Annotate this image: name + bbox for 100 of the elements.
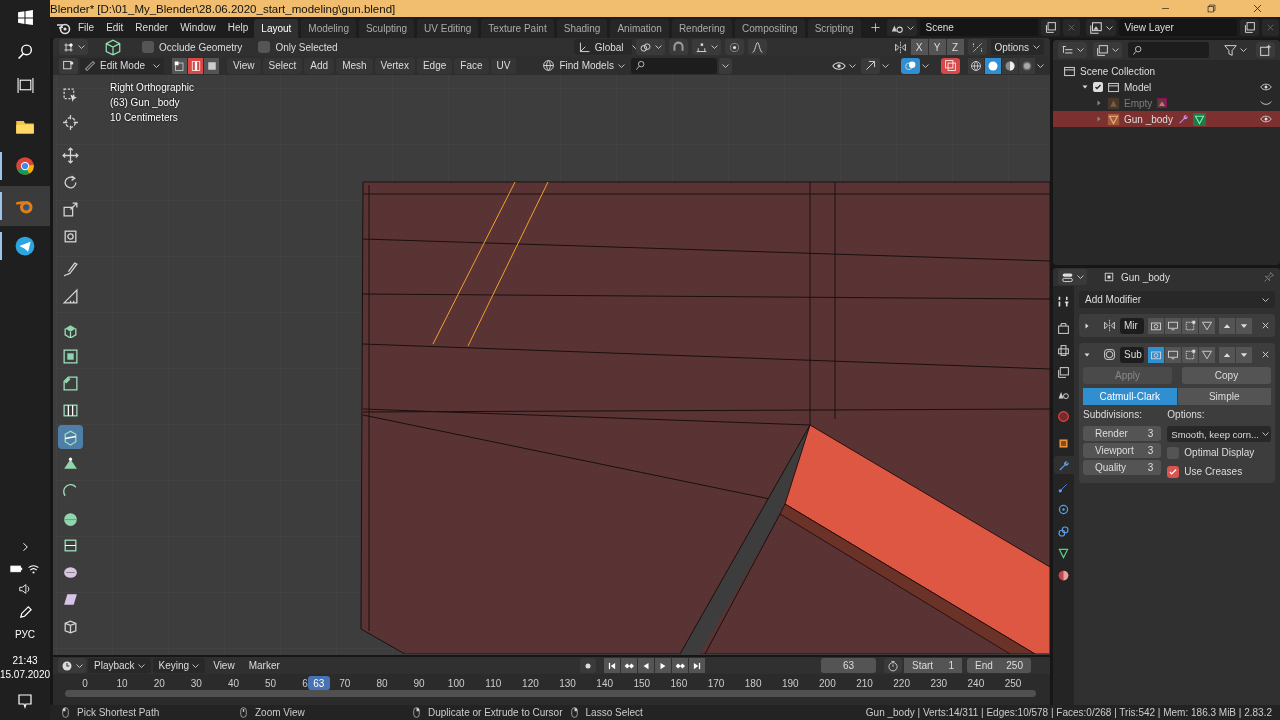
section-label: Options: (1167, 409, 1206, 422)
modifier-name-field[interactable]: Sub (1120, 346, 1144, 363)
menu-item[interactable]: View (227, 57, 261, 74)
clock-date[interactable]: 15.07.2020 (0, 668, 51, 682)
frame-number: 150 (633, 678, 651, 689)
frame-number: 90 (413, 678, 425, 689)
view-layer-field[interactable]: View Layer (1118, 19, 1237, 36)
menu-item[interactable]: Marker (242, 658, 286, 673)
section-label: Subdivisions: (1083, 409, 1143, 422)
menu-item[interactable]: Keying (152, 658, 206, 673)
frame-number: 20 (153, 678, 165, 689)
frame-number: 80 (376, 678, 388, 689)
frame-number: 110 (485, 678, 502, 689)
frame-number: 160 (670, 678, 688, 689)
frame-number: 50 (265, 678, 277, 689)
start-frame-field[interactable]: Start 1 (904, 658, 962, 673)
frame-number: 140 (596, 678, 613, 689)
menu-item[interactable]: Playback (88, 658, 151, 673)
frame-number: 200 (819, 678, 836, 689)
find-dropdown[interactable]: Find Models (538, 57, 629, 74)
playhead[interactable]: 63 (307, 676, 330, 690)
clock-time[interactable]: 21:43 (12, 654, 38, 668)
menu-item[interactable]: Edit (100, 19, 130, 36)
algorithm-option[interactable]: Simple (1177, 388, 1271, 405)
workspace-tab[interactable]: UV Editing (417, 19, 479, 38)
algorithm-option[interactable]: Catmull-Clark (1083, 388, 1177, 405)
outliner-item[interactable]: Scene Collection (1080, 65, 1156, 77)
level-field[interactable]: Render 3 (1083, 426, 1162, 441)
viewport-info-text: 10 Centimeters (110, 112, 179, 123)
add-modifier-dropdown[interactable]: Add Modifier (1079, 291, 1275, 308)
status-hint: Lasso Select (585, 707, 643, 718)
checkbox[interactable]: Only Selected (252, 41, 344, 53)
uv-smooth-dropdown[interactable]: Smooth, keep corn... (1167, 426, 1271, 442)
frame-number: 70 (339, 678, 351, 689)
axis-toggle[interactable]: X (910, 39, 928, 55)
workspace-tab[interactable]: Texture Paint (481, 19, 554, 38)
viewport-info-text: Right Orthographic (110, 82, 194, 93)
menu-item[interactable]: Vertex (374, 57, 415, 74)
frame-number: 210 (856, 678, 873, 689)
menu-item[interactable]: Help (221, 19, 255, 36)
outliner-item[interactable]: Empty (1124, 97, 1153, 109)
menu-item[interactable]: Render (129, 19, 175, 36)
frame-number: 130 (559, 678, 576, 689)
menu-item[interactable]: View (207, 658, 241, 673)
menu-item[interactable]: Window (174, 19, 222, 36)
status-hint: Pick Shortest Path (77, 707, 161, 718)
frame-number: 230 (930, 678, 948, 689)
outliner-item[interactable]: Gun _body (1124, 113, 1173, 125)
input-language[interactable]: РУС (15, 628, 35, 642)
frame-number: 6 (302, 678, 308, 689)
current-frame-field[interactable]: 63 (821, 658, 876, 673)
menu-item[interactable]: Face (454, 57, 489, 74)
status-info: Gun _body | Verts:14/311 | Edges:10/578 | Faces:0/268 | Tris:542 | Mem: 186.3 MiB | 2.83.2 (865, 707, 1272, 718)
frame-number: 40 (227, 678, 240, 689)
outliner-item[interactable]: Model (1124, 81, 1152, 93)
checkbox[interactable]: Occlude Geometry (136, 41, 249, 53)
menu-item[interactable]: Select (262, 57, 303, 74)
workspace-tab[interactable]: Animation (610, 19, 669, 38)
level-field[interactable]: Viewport 3 (1083, 443, 1162, 458)
options-dropdown[interactable]: Options (990, 39, 1044, 55)
outliner-row[interactable]: Empty (1053, 95, 1280, 111)
frame-number: 30 (190, 678, 202, 689)
menu-item[interactable]: Mesh (336, 57, 373, 74)
end-frame-field[interactable]: End 250 (967, 658, 1031, 673)
menu-item[interactable]: UV (490, 57, 517, 74)
frame-number: 250 (1004, 678, 1022, 689)
frame-number: 100 (447, 678, 465, 689)
status-hint: Zoom View (255, 707, 306, 718)
axis-toggle[interactable]: Z (946, 39, 964, 55)
checkbox[interactable]: Use Creases (1167, 463, 1271, 480)
menu-item[interactable]: Edge (416, 57, 453, 74)
level-field[interactable]: Quality 3 (1083, 460, 1162, 475)
frame-number: 190 (781, 678, 799, 689)
frame-number: 120 (522, 678, 539, 689)
modifier-name-field[interactable]: Mir (1120, 317, 1144, 334)
menu-item[interactable]: Add (304, 57, 335, 74)
mode-dropdown[interactable]: Edit Mode (80, 57, 165, 74)
frame-number: 220 (893, 678, 910, 689)
axis-toggle[interactable]: Y (928, 39, 946, 55)
frame-number: 180 (744, 678, 762, 689)
window-title: Blender* [D:\01_My_Blender\28.06.2020_start_modeling\gun.blend] (50, 2, 396, 15)
workspace-tab[interactable]: Rendering (671, 19, 733, 38)
copy-button[interactable]: Copy (1182, 367, 1271, 384)
frame-number: 0 (82, 678, 88, 689)
outliner-row[interactable]: Gun _body (1053, 111, 1280, 127)
outliner-row[interactable]: Model (1053, 79, 1280, 95)
workspace-tab[interactable]: Layout (254, 19, 299, 38)
object-name: Gun _body (1121, 271, 1170, 283)
frame-number: 240 (967, 678, 985, 689)
status-hint: Duplicate or Extrude to Cursor (428, 707, 563, 718)
workspace-tab[interactable]: Scripting (807, 19, 861, 38)
workspace-tab[interactable]: Sculpting (358, 19, 415, 38)
workspace-tab[interactable]: Shading (556, 19, 608, 38)
menu-item[interactable]: File (72, 19, 101, 36)
scene-field[interactable]: Scene (919, 19, 1038, 36)
frame-number: 10 (116, 678, 128, 689)
workspace-tab[interactable]: Compositing (735, 19, 805, 38)
viewport-info-text: (63) Gun _body (110, 97, 181, 108)
checkbox[interactable]: Optimal Display (1167, 444, 1271, 461)
workspace-tab[interactable]: Modeling (301, 19, 356, 38)
